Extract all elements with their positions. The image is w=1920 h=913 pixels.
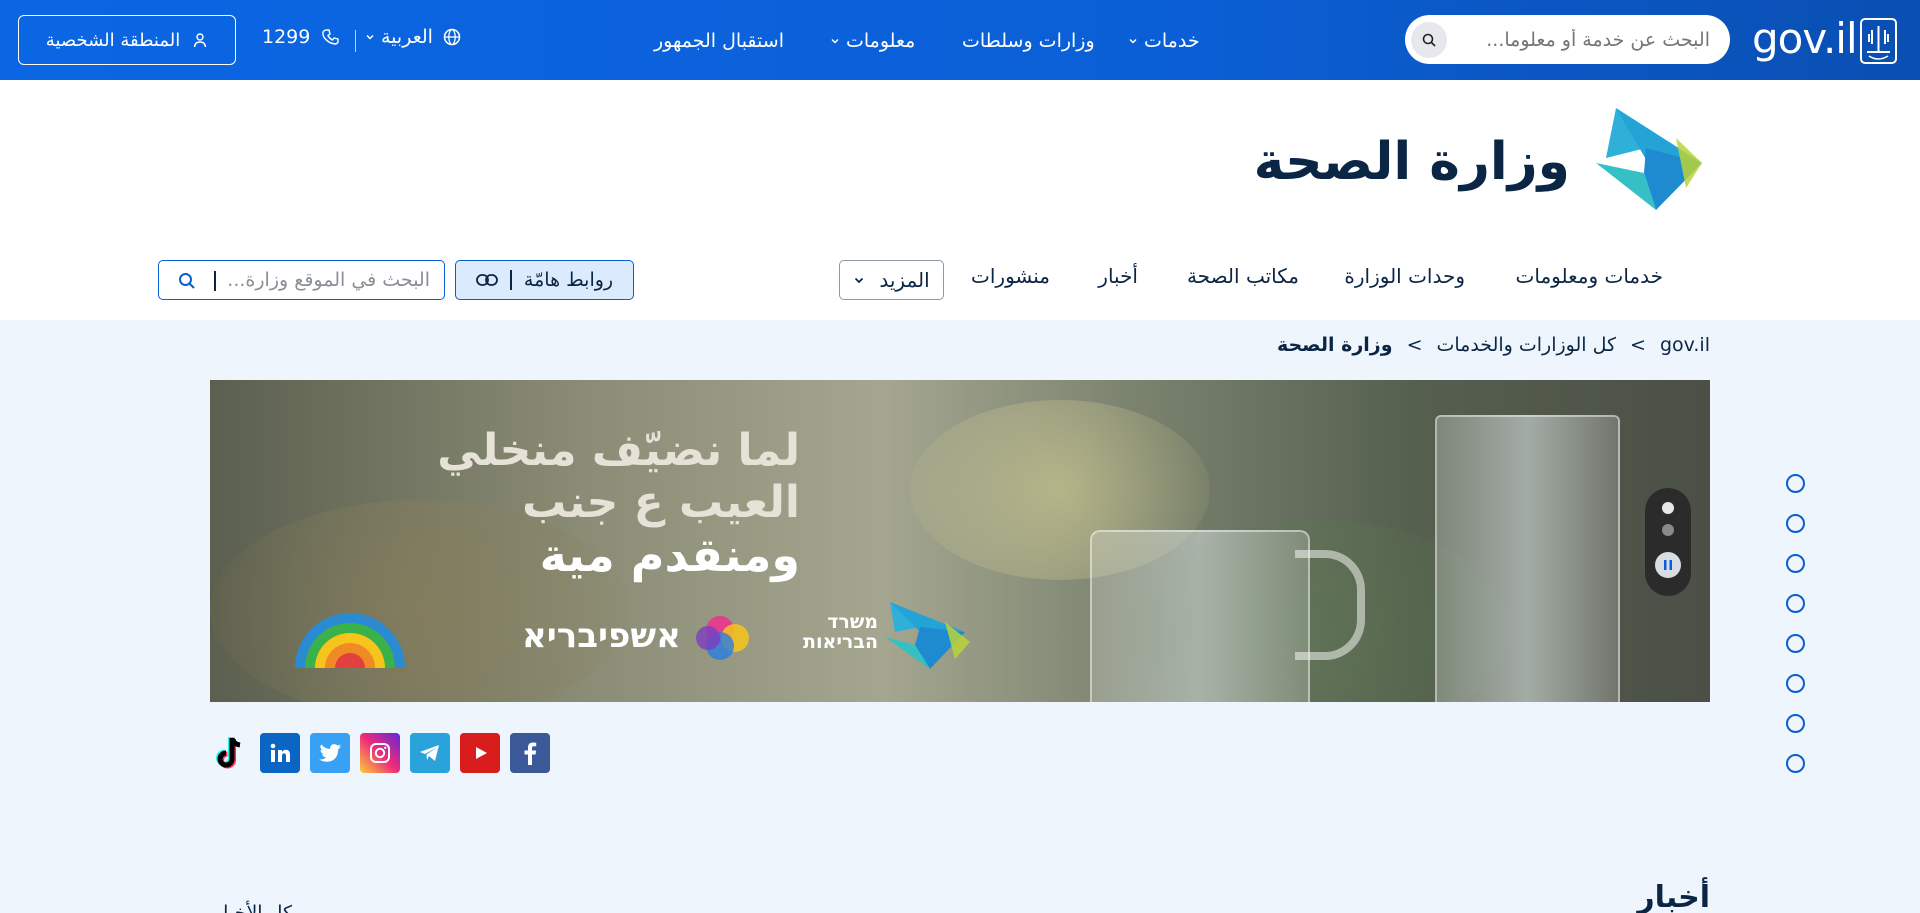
topnav-ministries[interactable]: وزارات وسلطات xyxy=(962,26,1095,56)
global-search xyxy=(1405,15,1730,64)
section-nav-dot[interactable] xyxy=(1786,754,1805,773)
govil-logo[interactable]: gov.il xyxy=(1752,14,1858,64)
ministry-title: وزارة الصحة xyxy=(1253,132,1570,192)
moh-banner-logo-text: משרד הבריאות xyxy=(802,611,878,653)
telegram-link[interactable] xyxy=(410,733,450,773)
ministry-nav-publications[interactable]: منشورات xyxy=(971,264,1050,288)
tiktok-link[interactable] xyxy=(210,733,250,773)
language-label: العربية xyxy=(381,26,433,48)
phone-number: 1299 xyxy=(262,26,311,48)
topnav-services-label: خدمات xyxy=(1144,30,1200,52)
banner-line-2: العيب ع جنب xyxy=(522,477,800,528)
state-emblem-icon[interactable] xyxy=(1860,18,1897,64)
breadcrumb-home[interactable]: gov.il xyxy=(1660,334,1710,356)
youtube-link[interactable] xyxy=(460,733,500,773)
personal-area-label: المنطقة الشخصية xyxy=(45,29,181,51)
telegram-icon xyxy=(420,745,439,761)
topnav-ministries-label: وزارات وسلطات xyxy=(962,30,1095,52)
section-nav-dot[interactable] xyxy=(1786,474,1805,493)
topnav-public-reception[interactable]: استقبال الجمهور xyxy=(654,26,784,56)
link-icon xyxy=(476,274,498,286)
facebook-link[interactable] xyxy=(510,733,550,773)
all-news-link[interactable]: كل الأخبار xyxy=(214,902,292,913)
facebook-icon xyxy=(524,742,537,765)
tiktok-icon xyxy=(216,737,241,769)
links-divider xyxy=(509,270,512,290)
banner-line-3: ومنقدم مية xyxy=(539,528,800,582)
partner-logo-text: אשפיבריא xyxy=(522,616,681,656)
personal-area-button[interactable]: المنطقة الشخصية xyxy=(18,15,236,65)
more-dropdown[interactable]: المزيد xyxy=(839,260,944,300)
site-search-input[interactable] xyxy=(215,261,430,299)
ministry-nav-news[interactable]: أخبار xyxy=(1098,264,1138,288)
breadcrumb: gov.il > كل الوزارات والخدمات > وزارة ال… xyxy=(1277,334,1710,356)
carousel-controls xyxy=(1645,488,1691,596)
section-nav-dot[interactable] xyxy=(1786,634,1805,653)
search-icon xyxy=(1422,33,1436,47)
user-icon xyxy=(194,33,207,48)
section-nav-dot[interactable] xyxy=(1786,554,1805,573)
water-jug-handle-image xyxy=(1295,550,1365,660)
global-search-button[interactable] xyxy=(1411,22,1447,58)
section-nav-dot[interactable] xyxy=(1786,714,1805,733)
news-section-title: أخبار xyxy=(1637,880,1710,913)
carousel-dot-2[interactable] xyxy=(1662,524,1674,536)
chevron-down-icon xyxy=(1129,38,1137,44)
banner-line-1: لما نضيّف منخلي xyxy=(437,425,800,476)
site-search xyxy=(158,260,445,300)
topnav-information-label: معلومات xyxy=(846,30,916,52)
section-nav-dot[interactable] xyxy=(1786,594,1805,613)
breadcrumb-current: وزارة الصحة xyxy=(1276,334,1393,356)
topnav-services[interactable]: خدمات xyxy=(1128,26,1200,56)
language-selector[interactable]: العربية xyxy=(365,26,461,48)
important-links-label: روابط هامّة xyxy=(523,269,614,291)
ministry-nav-offices[interactable]: مكاتب الصحة xyxy=(1187,264,1299,288)
topbar-divider xyxy=(355,30,356,52)
site-search-divider xyxy=(214,271,216,291)
twitter-link[interactable] xyxy=(310,733,350,773)
carousel-dot-1[interactable] xyxy=(1662,502,1674,514)
chevron-down-icon xyxy=(855,277,864,284)
ministry-nav-services[interactable]: خدمات ومعلومات xyxy=(1516,264,1663,288)
rainbow-fan-icon xyxy=(295,613,405,668)
search-icon xyxy=(179,273,195,289)
global-search-input[interactable] xyxy=(1470,15,1710,64)
water-glass-image xyxy=(1435,415,1620,702)
breadcrumb-separator: > xyxy=(1630,334,1646,356)
linkedin-icon xyxy=(270,743,290,762)
breadcrumb-all-ministries[interactable]: كل الوزارات والخدمات xyxy=(1436,334,1616,356)
breadcrumb-separator: > xyxy=(1406,334,1423,356)
banner-headline: لما نضيّف منخلي العيب ع جنب ومنقدم مية xyxy=(380,425,800,581)
phone-link[interactable]: 1299 xyxy=(262,26,340,48)
twitter-icon xyxy=(319,744,341,762)
hero-banner[interactable]: لما نضيّف منخلي العيب ع جنب ومنقدم مية מ… xyxy=(210,380,1710,702)
instagram-link[interactable] xyxy=(360,733,400,773)
instagram-icon xyxy=(370,743,390,763)
ministry-logo-icon[interactable] xyxy=(1596,108,1702,210)
carousel-pause-button[interactable] xyxy=(1655,552,1681,578)
important-links-button[interactable]: روابط هامّة xyxy=(455,260,634,300)
more-label: المزيد xyxy=(879,268,930,292)
phone-icon xyxy=(322,29,340,45)
pause-icon xyxy=(1664,560,1672,570)
site-search-button[interactable] xyxy=(169,268,205,294)
linkedin-link[interactable] xyxy=(260,733,300,773)
section-nav-dot[interactable] xyxy=(1786,514,1805,533)
chevron-down-icon xyxy=(366,34,374,40)
section-nav-dot[interactable] xyxy=(1786,674,1805,693)
globe-icon xyxy=(443,28,461,46)
topnav-information[interactable]: معلومات xyxy=(830,26,915,56)
ministry-header: وزارة الصحة خدمات ومعلومات وحدات الوزارة… xyxy=(0,80,1920,320)
ministry-nav-units[interactable]: وحدات الوزارة xyxy=(1344,264,1465,288)
water-jug-image xyxy=(1090,530,1310,702)
youtube-icon xyxy=(476,747,487,759)
top-bar: gov.il خدمات وزارات وسلطات معلومات استقب… xyxy=(0,0,1920,80)
chevron-down-icon xyxy=(831,38,839,44)
topnav-public-reception-label: استقبال الجمهور xyxy=(654,30,784,52)
